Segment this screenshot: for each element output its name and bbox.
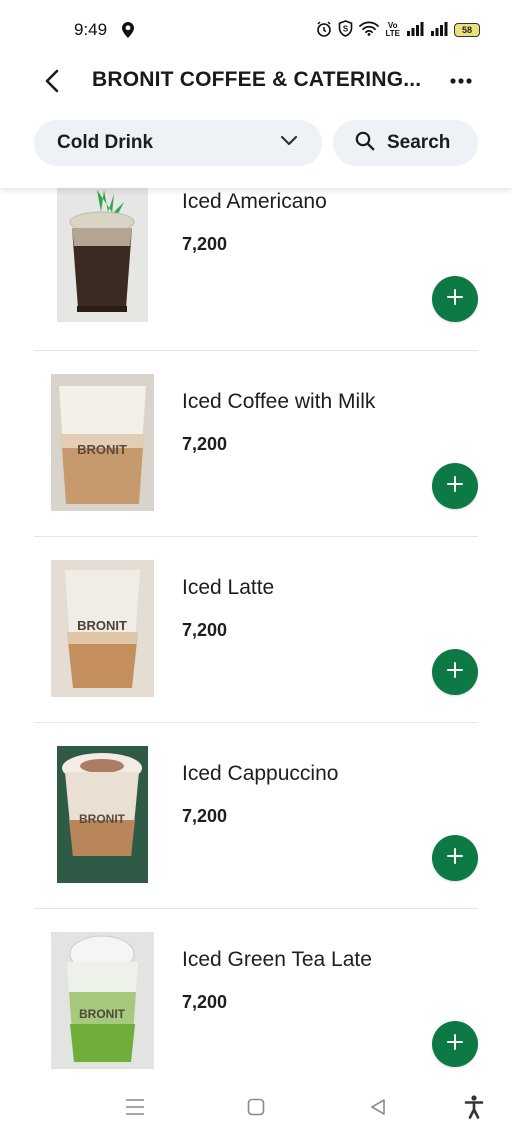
plus-icon: [446, 661, 464, 684]
product-item[interactable]: BRONIT Iced Latte 7,200: [0, 537, 512, 723]
product-item[interactable]: BRONIT Iced Coffee with Milk 7,200: [0, 351, 512, 537]
accessibility-icon[interactable]: [459, 1092, 489, 1122]
product-price: 7,200: [182, 234, 228, 254]
more-icon[interactable]: [446, 68, 476, 94]
location-icon: [122, 22, 134, 43]
app-header: BRONIT COFFEE & CATERING...: [0, 56, 512, 106]
add-button[interactable]: [432, 649, 478, 695]
category-label: Cold Drink: [57, 132, 154, 153]
product-name: Iced Cappuccino: [182, 762, 339, 785]
plus-icon: [446, 288, 464, 311]
product-image: BRONIT: [51, 932, 154, 1069]
plus-icon: [446, 475, 464, 498]
cup-logo: BRONIT: [79, 1007, 126, 1021]
product-list: Iced Americano 7,200 BRONIT Iced Coffee …: [0, 188, 512, 1073]
back-icon[interactable]: [363, 1092, 393, 1122]
system-nav-bar: [0, 1074, 512, 1138]
product-price: 7,200: [182, 992, 228, 1012]
product-item[interactable]: Iced Americano 7,200: [0, 188, 512, 374]
product-price: 7,200: [182, 434, 228, 454]
menu-icon[interactable]: [120, 1092, 150, 1122]
svg-text:S: S: [343, 25, 349, 34]
add-button[interactable]: [432, 463, 478, 509]
product-image: BRONIT: [57, 746, 148, 883]
home-icon[interactable]: [241, 1092, 271, 1122]
status-bar: 9:49 S Vo LTE 58: [0, 0, 512, 62]
plus-icon: [446, 847, 464, 870]
product-image: [57, 188, 148, 322]
search-button[interactable]: Search: [333, 120, 478, 166]
plus-icon: [446, 1033, 464, 1056]
add-button[interactable]: [432, 835, 478, 881]
cup-logo: BRONIT: [77, 442, 127, 457]
wifi-icon: [359, 21, 380, 39]
product-item[interactable]: BRONIT Iced Cappuccino 7,200: [0, 723, 512, 909]
product-name: Iced Coffee with Milk: [182, 390, 376, 413]
alarm-icon: [316, 20, 332, 40]
category-dropdown[interactable]: Cold Drink: [34, 120, 322, 166]
add-button[interactable]: [432, 1021, 478, 1067]
filter-row: Cold Drink Search: [0, 120, 512, 188]
product-image: BRONIT: [51, 560, 154, 697]
product-item[interactable]: BRONIT Iced Green Tea Late 7,200: [0, 909, 512, 1073]
status-time: 9:49: [74, 20, 108, 39]
status-icons: S Vo LTE 58: [316, 20, 480, 40]
battery-icon: 58: [454, 23, 480, 37]
search-label: Search: [387, 132, 451, 153]
add-button[interactable]: [432, 276, 478, 322]
shield-icon: S: [338, 20, 353, 40]
product-price: 7,200: [182, 620, 228, 640]
product-name: Iced Americano: [182, 190, 327, 213]
product-price: 7,200: [182, 806, 228, 826]
back-arrow-icon[interactable]: [38, 66, 66, 96]
cup-logo: BRONIT: [77, 618, 127, 633]
page-title: BRONIT COFFEE & CATERING...: [92, 68, 422, 91]
signal-icon: [406, 21, 424, 39]
volte-icon: Vo LTE: [385, 21, 400, 38]
signal-icon: [430, 21, 448, 39]
chevron-down-icon: [280, 134, 298, 152]
search-icon: [355, 131, 375, 156]
product-image: BRONIT: [51, 374, 154, 511]
product-name: Iced Latte: [182, 576, 275, 599]
product-name: Iced Green Tea Late: [182, 948, 372, 971]
cup-logo: BRONIT: [79, 812, 126, 826]
